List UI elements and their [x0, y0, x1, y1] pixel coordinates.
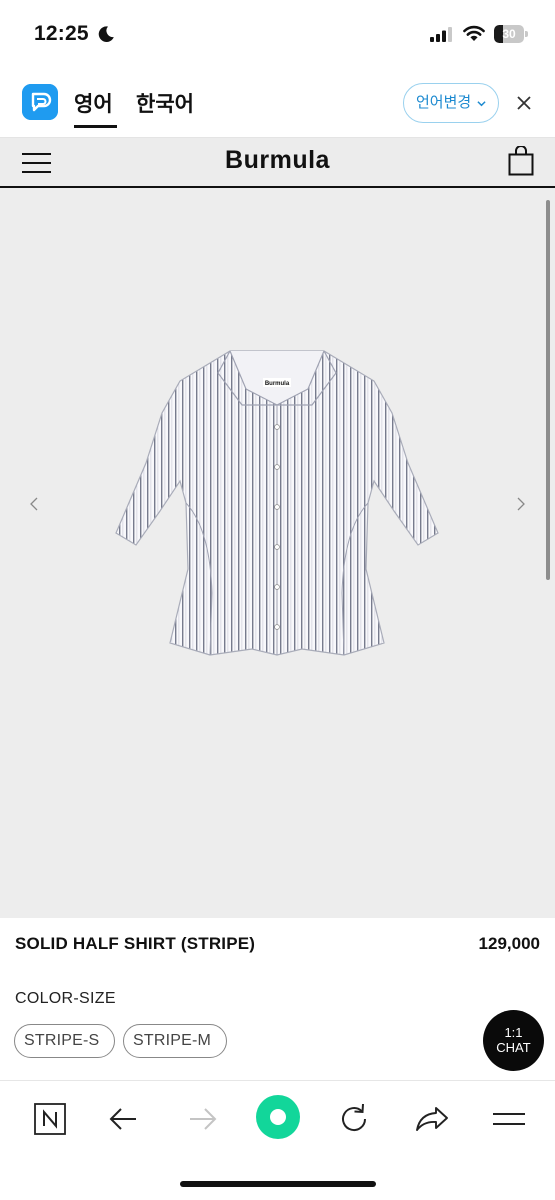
tab-korean[interactable]: 한국어	[136, 88, 194, 118]
chat-label-2: CHAT	[496, 1040, 531, 1055]
product-info: SOLID HALF SHIRT (STRIPE) 129,000 COLOR-…	[0, 918, 555, 1080]
tab-english[interactable]: 영어	[74, 88, 117, 128]
chevron-left-icon[interactable]	[28, 496, 40, 512]
share-icon[interactable]	[412, 1099, 452, 1139]
status-bar: 12:25 30	[0, 0, 555, 72]
option-stripe-m[interactable]: STRIPE-M	[123, 1024, 227, 1058]
shirt-brand-tag: Burmula	[265, 381, 290, 387]
chevron-right-icon[interactable]	[515, 496, 527, 512]
cellular-signal-icon	[430, 27, 452, 42]
chevron-down-icon	[477, 101, 486, 107]
back-arrow-icon[interactable]	[104, 1099, 144, 1139]
product-name: SOLID HALF SHIRT (STRIPE)	[15, 934, 256, 953]
chat-label-1: 1:1	[504, 1025, 523, 1040]
product-gallery[interactable]: Burmula	[0, 188, 555, 918]
menu-icon[interactable]	[490, 1099, 530, 1139]
product-image: Burmula	[115, 350, 439, 656]
scrollbar[interactable]	[546, 200, 550, 580]
option-label: COLOR-SIZE	[15, 990, 116, 1007]
wifi-icon	[463, 25, 485, 41]
chat-button[interactable]: 1:1 CHAT	[483, 1010, 544, 1071]
battery-level: 30	[502, 27, 516, 41]
green-dot-icon[interactable]	[256, 1095, 300, 1139]
product-price: 129,000	[478, 934, 540, 953]
site-header: Burmula	[0, 138, 555, 188]
close-icon[interactable]	[514, 93, 534, 113]
browser-toolbar	[0, 1080, 555, 1200]
brand-logo[interactable]: Burmula	[0, 146, 555, 175]
language-change-button[interactable]: 언어변경	[403, 83, 499, 123]
naver-n-icon[interactable]	[30, 1099, 70, 1139]
shopping-bag-icon[interactable]	[508, 146, 534, 176]
status-time: 12:25	[34, 22, 89, 45]
forward-arrow-icon[interactable]	[182, 1099, 222, 1139]
language-change-label: 언어변경	[416, 94, 472, 111]
home-indicator[interactable]	[180, 1181, 376, 1187]
option-stripe-s[interactable]: STRIPE-S	[14, 1024, 115, 1058]
translate-bar: 영어 한국어 언어변경	[0, 72, 555, 138]
reload-icon[interactable]	[334, 1099, 374, 1139]
battery-icon: 30	[494, 25, 528, 43]
moon-icon	[98, 26, 114, 42]
papago-icon[interactable]	[22, 84, 58, 120]
